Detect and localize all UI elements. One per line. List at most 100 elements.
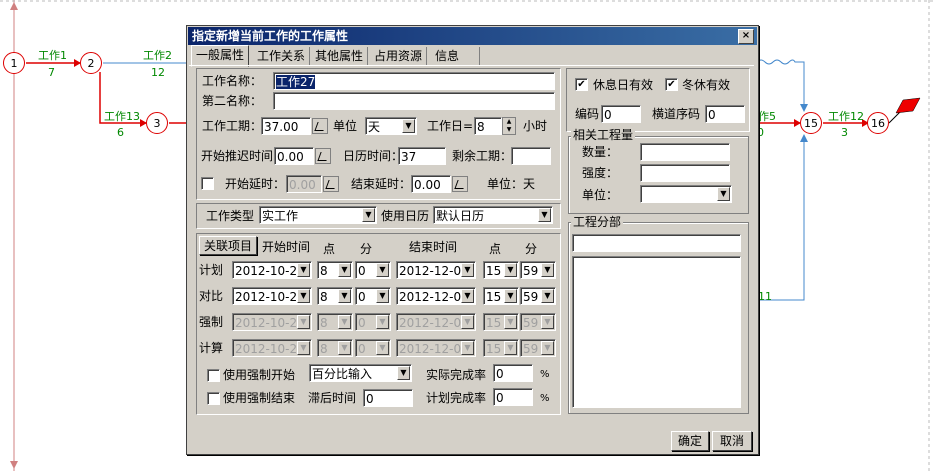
type-label: 工作类型	[206, 209, 255, 223]
plan-start-hour[interactable]: 8 ▼	[317, 261, 353, 279]
force-start-date[interactable]: 2012-10-29 ▼	[232, 313, 312, 331]
node-3[interactable]: 3	[146, 112, 168, 134]
force-start-checkbox[interactable]	[207, 369, 220, 382]
delay-start-input[interactable]: 0.00	[274, 147, 314, 165]
calc-start-date[interactable]: 2012-10-29 ▼	[232, 339, 312, 357]
alias-label: 第二名称：	[202, 94, 263, 108]
name-label: 工作名称：	[202, 74, 263, 88]
compare-start-minute[interactable]: 0 ▼	[355, 287, 391, 305]
activity-label[interactable]: 工作1	[38, 47, 67, 63]
type-select[interactable]: 实工作 ▼	[259, 206, 377, 224]
force-end-date[interactable]: 2012-12-04 ▼	[396, 313, 476, 331]
start-lag-input[interactable]: 0.00	[286, 175, 322, 193]
ok-button[interactable]: 确定	[671, 431, 709, 451]
actual-pct-input[interactable]: 0	[493, 364, 533, 382]
lag-time-label: 滞后时间	[308, 391, 357, 405]
intensity-input[interactable]	[640, 164, 730, 182]
dialog-title: 指定新增当前工作的工作属性	[192, 29, 349, 43]
remaining-label: 剩余工期：	[452, 149, 513, 163]
compare-start-date[interactable]: 2012-10-29 ▼	[232, 287, 312, 305]
actual-pct-label: 实际完成率	[426, 368, 487, 382]
plan-end-hour[interactable]: 15 ▼	[483, 261, 519, 279]
calendar-time-input[interactable]: 37	[398, 147, 446, 165]
force-end-minute[interactable]: 59 ▼	[520, 313, 556, 331]
tab-resources[interactable]: 占用资源	[370, 47, 428, 65]
winter-checkbox[interactable]: ✔	[665, 78, 678, 91]
unit-select[interactable]: 天 ▼	[365, 117, 417, 135]
activity-duration: 3	[841, 126, 848, 139]
activity-duration: 6	[117, 126, 124, 139]
remaining-input[interactable]	[511, 147, 551, 165]
calendar-select[interactable]: 默认日历 ▼	[433, 206, 553, 224]
rest-day-label: 休息日有效	[593, 78, 654, 92]
force-end-checkbox[interactable]	[207, 392, 220, 405]
dialog-titlebar[interactable]: 指定新增当前工作的工作属性 ×	[188, 27, 757, 45]
activity-label[interactable]: 作5	[758, 108, 776, 124]
code-input[interactable]: 0	[601, 105, 641, 123]
calc-end-minute[interactable]: 59 ▼	[520, 339, 556, 357]
workday-spinner[interactable]: ▲ ▼	[502, 117, 516, 135]
planned-pct-label: 计划完成率	[426, 391, 487, 405]
activity-label[interactable]: 工作2	[143, 47, 172, 63]
compare-start-hour[interactable]: 8 ▼	[317, 287, 353, 305]
qty-unit-select[interactable]: ▼	[640, 185, 732, 203]
workday-label: 工作日=	[427, 119, 474, 133]
calculator-icon[interactable]	[452, 176, 468, 192]
tab-relations[interactable]: 工作关系	[253, 47, 311, 65]
plan-end-date[interactable]: 2012-12-04 ▼	[396, 261, 476, 279]
node-1[interactable]: 1	[3, 52, 25, 74]
compare-end-date[interactable]: 2012-12-04 ▼	[396, 287, 476, 305]
lane-input[interactable]: 0	[705, 105, 745, 123]
percent-mode-select[interactable]: 百分比输入 ▼	[309, 364, 412, 382]
start-lag-label: 开始延时：	[225, 177, 286, 191]
cancel-button[interactable]: 取消	[712, 431, 752, 451]
node-16[interactable]: 16	[867, 112, 889, 134]
winter-label: 冬休有效	[682, 78, 731, 92]
activity-label[interactable]: 工作12	[828, 108, 864, 124]
section-list[interactable]	[572, 256, 741, 408]
name-input[interactable]: 工作27	[273, 72, 555, 90]
force-start-hour[interactable]: 8 ▼	[317, 313, 353, 331]
calendar-label: 使用日历	[381, 209, 430, 223]
compare-end-hour[interactable]: 15 ▼	[483, 287, 519, 305]
plan-end-minute[interactable]: 59 ▼	[520, 261, 556, 279]
tab-other[interactable]: 其他属性	[311, 47, 369, 65]
end-lag-input[interactable]: 0.00	[411, 175, 451, 193]
node-15[interactable]: 15	[800, 112, 822, 134]
rest-day-checkbox[interactable]: ✔	[575, 78, 588, 91]
minute-header: 分	[360, 242, 373, 256]
workday-input[interactable]: 8	[474, 117, 502, 135]
force-start-minute[interactable]: 0 ▼	[355, 313, 391, 331]
calc-row-label: 计算	[199, 341, 224, 355]
qty-input[interactable]	[640, 143, 730, 161]
node-2[interactable]: 2	[80, 52, 102, 74]
duration-label: 工作工期：	[202, 119, 263, 133]
plan-start-date[interactable]: 2012-10-29 ▼	[232, 261, 312, 279]
hour-header: 点	[489, 242, 502, 256]
tab-info[interactable]: 信息	[431, 47, 480, 65]
calc-end-date[interactable]: 2012-12-04 ▼	[396, 339, 476, 357]
alias-input[interactable]	[273, 92, 555, 110]
calculator-icon[interactable]	[315, 148, 331, 164]
plan-start-minute[interactable]: 0 ▼	[355, 261, 391, 279]
quantity-group-title: 相关工程量	[571, 128, 636, 142]
calculator-icon[interactable]	[323, 176, 339, 192]
section-input[interactable]	[572, 234, 741, 252]
close-icon[interactable]: ×	[738, 29, 754, 44]
end-lag-label: 结束延时：	[351, 177, 412, 191]
lag-time-input[interactable]: 0	[363, 389, 413, 407]
start-lag-checkbox[interactable]	[201, 177, 214, 190]
planned-pct-input[interactable]: 0	[493, 388, 533, 406]
assoc-project-button[interactable]: 关联项目	[199, 236, 257, 255]
duration-input[interactable]: 37.00	[261, 117, 311, 135]
compare-end-minute[interactable]: 59 ▼	[520, 287, 556, 305]
force-end-hour[interactable]: 15 ▼	[483, 313, 519, 331]
calc-start-minute[interactable]: 0 ▼	[355, 339, 391, 357]
calc-start-hour[interactable]: 8 ▼	[317, 339, 353, 357]
tab-general[interactable]: 一般属性	[191, 45, 250, 67]
calc-end-hour[interactable]: 15 ▼	[483, 339, 519, 357]
percent-sign: %	[540, 393, 550, 404]
calculator-icon[interactable]	[312, 118, 328, 134]
activity-label[interactable]: 工作13	[104, 108, 140, 124]
lag-unit-label: 单位：天	[487, 177, 536, 191]
